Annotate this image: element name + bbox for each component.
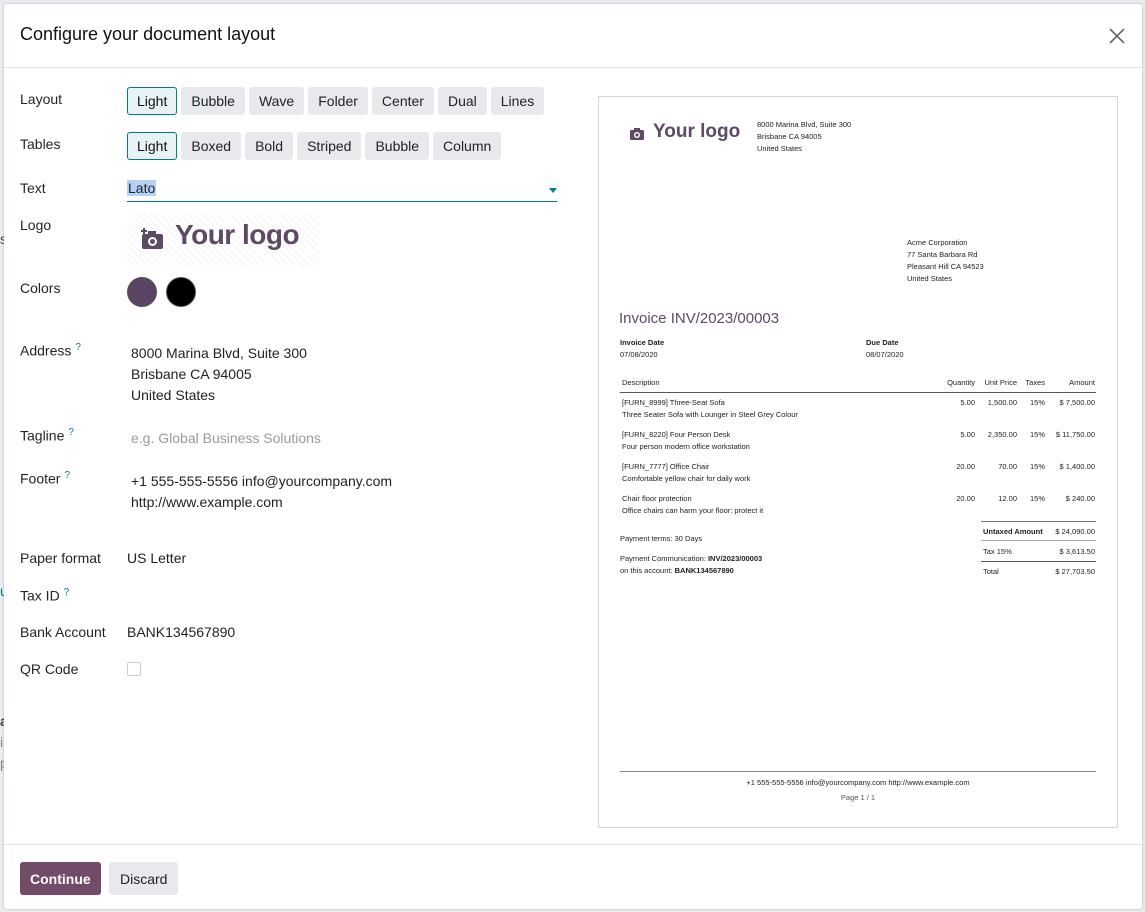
help-icon[interactable]: ? [64,470,70,481]
preview-invoice-date: 07/08/2020 [620,350,658,359]
preview-col-unit-price: Unit Price [984,378,1017,387]
layout-dual-button[interactable]: Dual [437,87,487,115]
help-icon[interactable]: ? [64,587,70,598]
footer-label: Footer? [20,470,71,487]
preview-due-date: 08/07/2020 [866,350,904,359]
preview-table-header-rule [620,392,1096,393]
layout-wave-button[interactable]: Wave [248,87,305,115]
discard-button[interactable]: Discard [109,862,179,895]
tagline-input[interactable]: e.g. Global Business Solutions [131,430,321,446]
paper-format-value[interactable]: US Letter [127,548,186,569]
tagline-label: Tagline? [20,427,74,444]
logo-text: Your logo [175,219,300,250]
table-options: Light Boxed Bold Striped Bubble Column [127,132,502,160]
continue-button[interactable]: Continue [20,862,101,895]
footer-value[interactable]: +1 555-555-5556 info@yourcompany.com htt… [131,471,392,513]
logo-label: Logo [20,217,52,233]
layout-options: Light Bubble Wave Folder Center Dual Lin… [127,87,545,115]
paper-format-label: Paper format [20,550,101,566]
preview-invoice-title: Invoice INV/2023/00003 [619,310,780,327]
preview-footer-rule [620,771,1096,772]
layout-folder-button[interactable]: Folder [308,87,368,115]
preview-col-amount: Amount [1069,378,1095,387]
close-icon[interactable] [1104,23,1130,49]
dialog-title: Configure your document layout [20,24,276,44]
preview-invoice-date-label: Invoice Date [620,338,665,347]
preview-due-date-label: Due Date [866,338,899,347]
qr-code-checkbox[interactable] [127,662,141,676]
camera-icon [141,228,163,249]
preview-company-address: 8000 Marina Blvd, Suite 300 Brisbane CA … [757,120,852,153]
preview-logo-text: Your logo [653,121,741,142]
layout-label: Layout [20,91,63,107]
primary-color-swatch[interactable] [127,277,157,307]
preview-page-number: Page 1 / 1 [840,793,876,802]
preview-total: $ 27,703.50 [1055,567,1095,576]
table-bold-button[interactable]: Bold [245,132,294,160]
preview-totals-rule [981,561,1096,562]
layout-lines-button[interactable]: Lines [490,87,545,115]
table-light-button[interactable]: Light [127,132,178,160]
caret-down-icon [549,188,557,193]
tables-label: Tables [20,136,61,152]
preview-totals-rule [981,540,1096,541]
layout-light-button[interactable]: Light [127,87,178,115]
camera-icon [630,128,644,140]
secondary-color-swatch[interactable] [166,277,196,307]
preview-tax-label: Tax 15% [983,547,1012,556]
address-label: Address? [20,342,81,359]
preview-customer-address: Acme Corporation 77 Santa Barbara Rd Ple… [907,238,984,283]
table-boxed-button[interactable]: Boxed [181,132,242,160]
preview-footer: +1 555-555-5556 info@yourcompany.com htt… [746,778,970,787]
document-preview: Your logo 8000 Marina Blvd, Suite 300 Br… [598,96,1118,828]
bank-account-label: Bank Account [20,624,106,640]
preview-untaxed: $ 24,090.00 [1055,527,1095,536]
dialog-header: Configure your document layout [4,4,1142,68]
preview-total-label: Total [983,567,999,576]
text-label: Text [20,180,46,196]
table-bubble-button[interactable]: Bubble [365,132,430,160]
preview-payment-communication: Payment Communication: INV/2023/00003 [620,554,763,563]
font-select-value: Lato [127,180,157,196]
preview-col-taxes: Taxes [1025,378,1045,387]
preview-untaxed-label: Untaxed Amount [983,527,1043,536]
help-icon[interactable]: ? [75,342,81,353]
qr-code-label: QR Code [20,661,79,677]
help-icon[interactable]: ? [68,427,74,438]
table-striped-button[interactable]: Striped [297,132,362,160]
colors-label: Colors [20,280,61,296]
preview-payment-terms: Payment terms: 30 Days [620,534,703,543]
font-select[interactable]: Lato [127,180,557,202]
table-column-button[interactable]: Column [433,132,502,160]
background-text: i [0,734,4,750]
layout-center-button[interactable]: Center [371,87,434,115]
logo-upload[interactable]: Your logo [127,212,319,266]
preview-totals-rule [981,521,1096,522]
document-layout-dialog: Configure your document layout Layout Li… [4,4,1142,909]
preview-payment-account: on this account: BANK134567890 [620,566,734,575]
dialog-footer: Continue Discard [4,844,1142,909]
preview-col-quantity: Quantity [947,378,975,387]
address-value[interactable]: 8000 Marina Blvd, Suite 300 Brisbane CA … [131,343,307,406]
tax-id-label: Tax ID? [20,587,70,604]
preview-col-description: Description [622,378,660,387]
layout-bubble-button[interactable]: Bubble [181,87,245,115]
bank-account-value[interactable]: BANK134567890 [127,622,235,643]
preview-tax: $ 3,613.50 [1059,547,1095,556]
